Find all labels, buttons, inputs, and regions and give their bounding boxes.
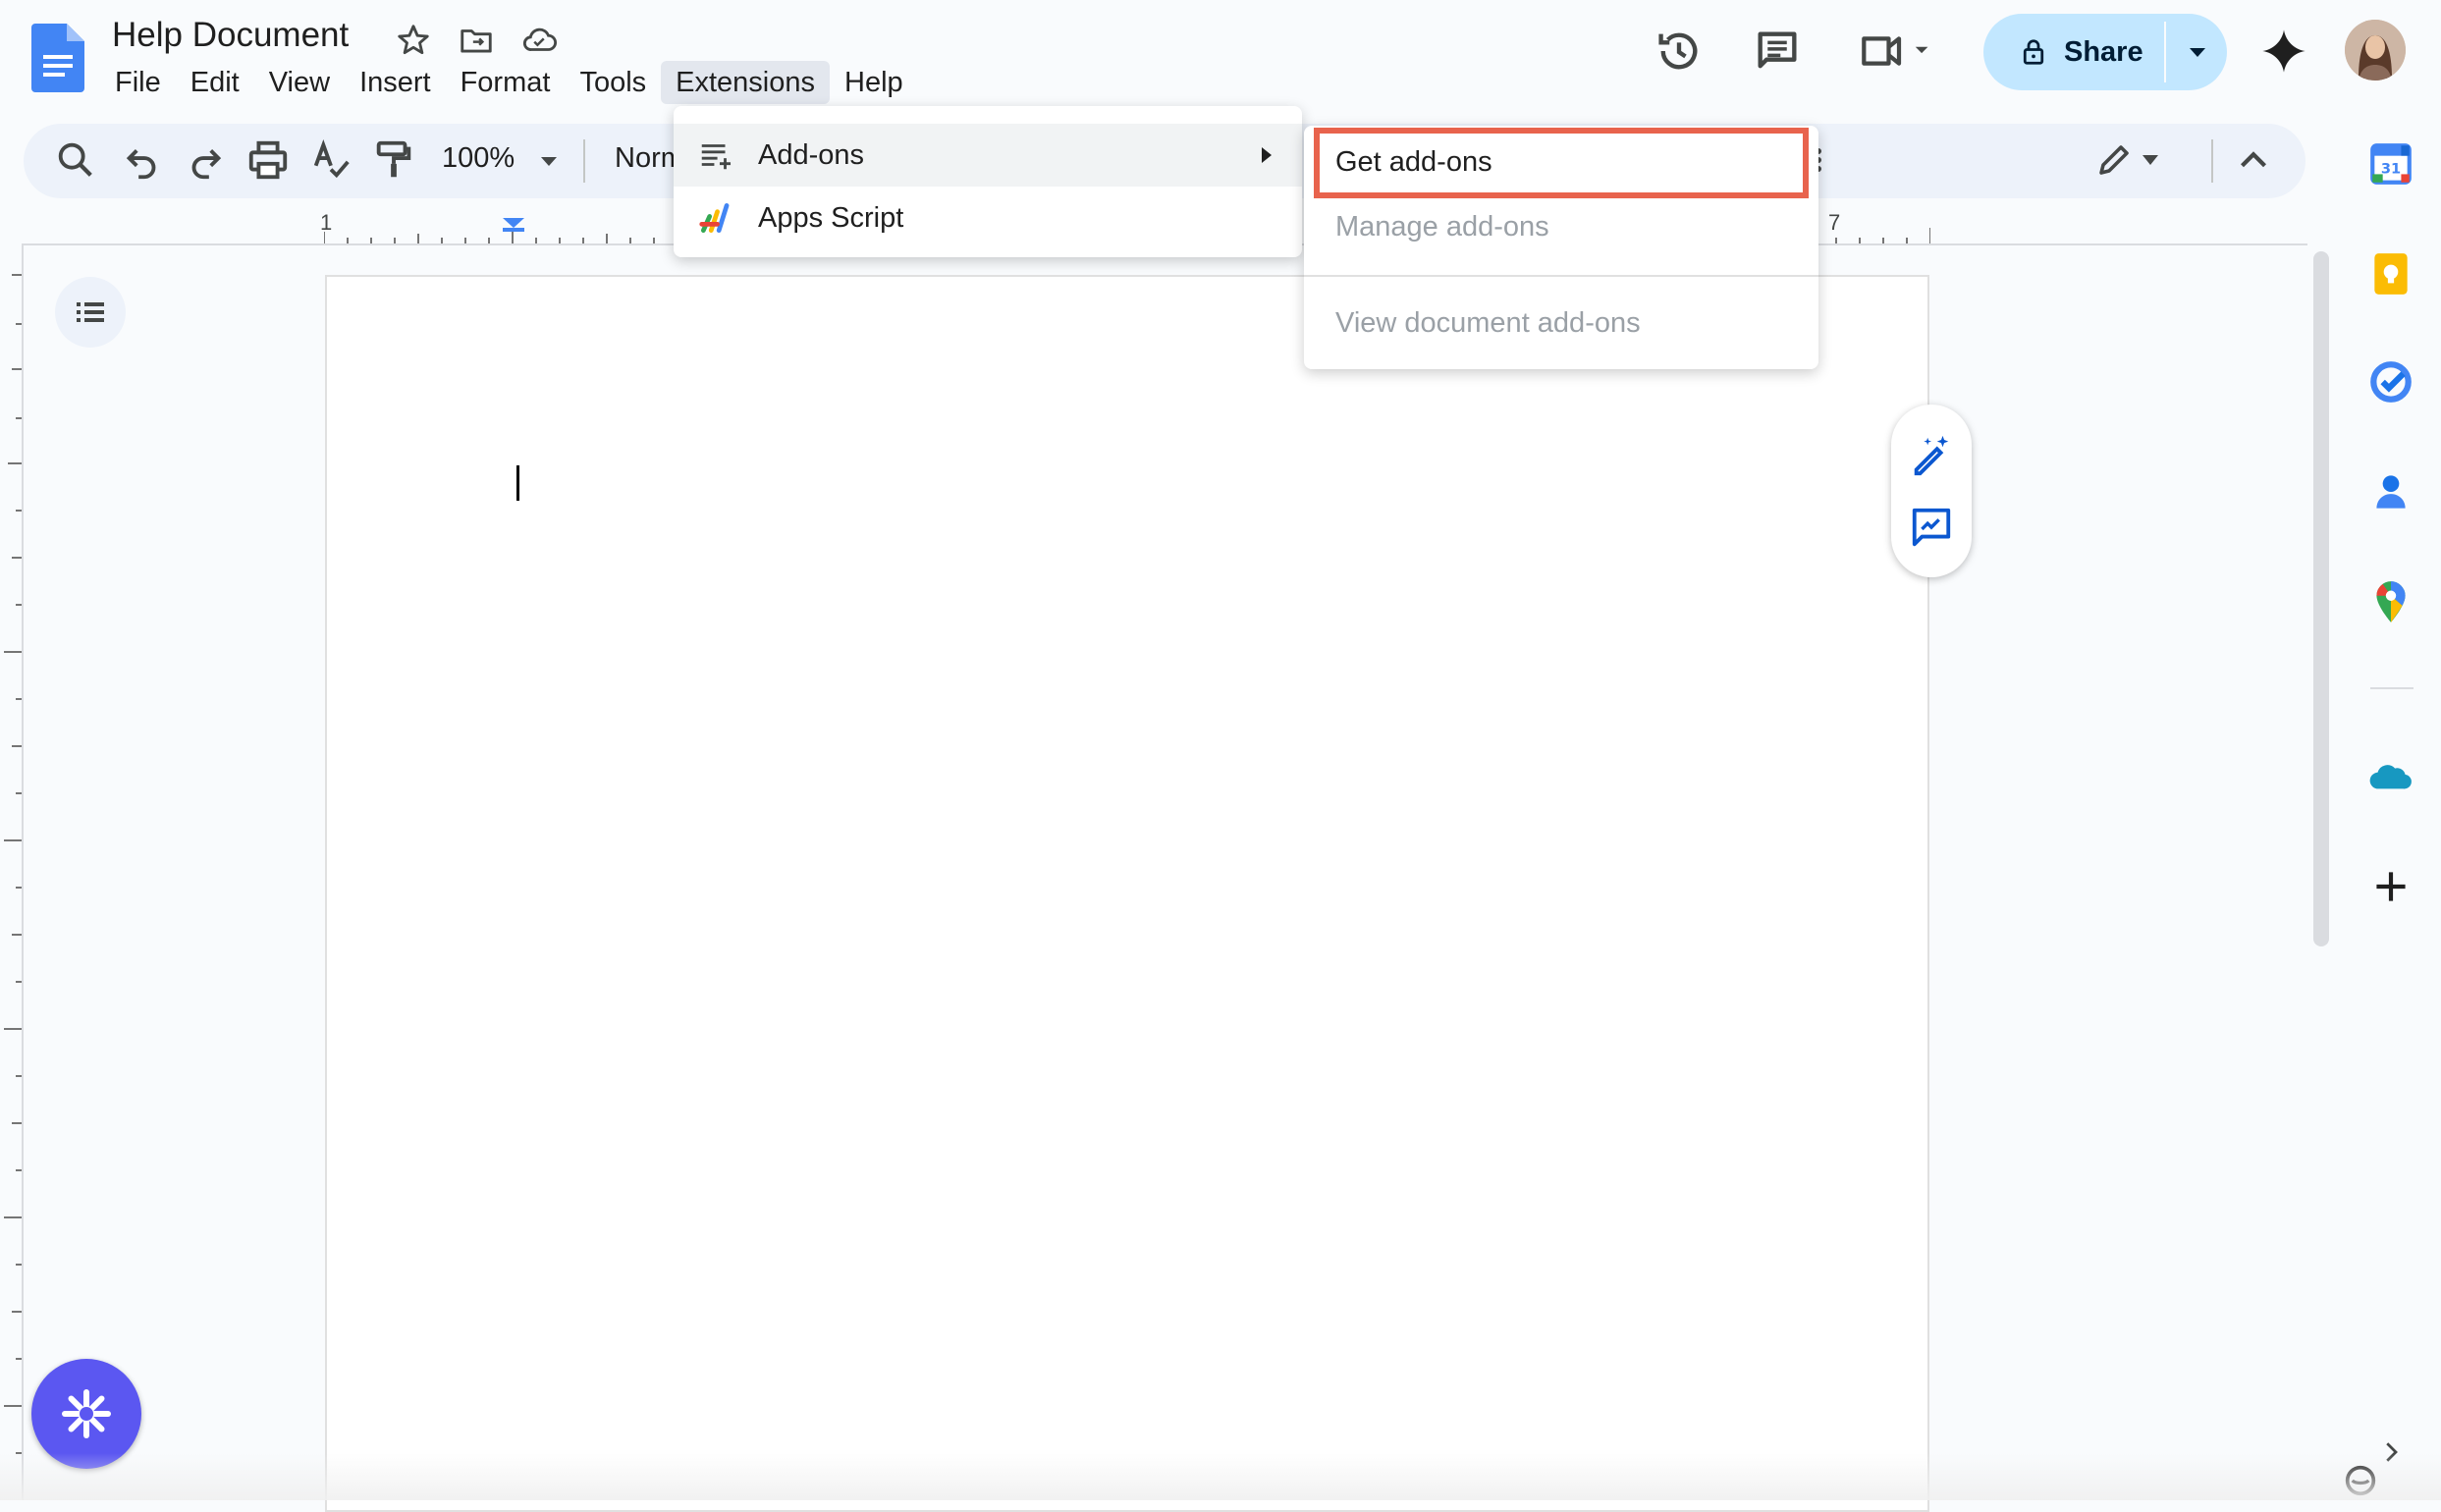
menu-item-add-ons[interactable]: Add-ons [674, 124, 1302, 187]
menu-item-apps-script[interactable]: Apps Script [674, 187, 1302, 249]
svg-text:31: 31 [2381, 160, 2401, 177]
share-divider [2164, 22, 2166, 82]
zoom-value[interactable]: 100% [442, 142, 515, 175]
menu-view[interactable]: View [254, 61, 345, 104]
submenu-manage-add-ons: Manage add-ons [1335, 211, 1549, 243]
floating-actions-panel [1891, 405, 1972, 577]
menu-help[interactable]: Help [830, 61, 918, 104]
menu-edit[interactable]: Edit [176, 61, 254, 104]
ruler-label-end: 7 [1828, 210, 1841, 235]
document-outline-button[interactable] [55, 277, 126, 348]
calendar-icon[interactable]: 31 [2366, 139, 2415, 189]
document-page[interactable] [325, 275, 1929, 1512]
help-me-write-icon[interactable] [1909, 432, 1954, 477]
paint-format-icon[interactable] [371, 137, 416, 183]
share-button-group: Share [1983, 14, 2227, 90]
highlight-box [1314, 128, 1809, 198]
submenu-arrow-icon [1262, 147, 1272, 163]
text-cursor [516, 465, 519, 501]
menu-bar: File Edit View Insert Format Tools Exten… [100, 61, 918, 104]
bottom-shadow [0, 1453, 2441, 1500]
ruler-label-start: 1 [320, 210, 333, 235]
side-panel-divider [2370, 687, 2414, 689]
toolbar-divider [583, 139, 585, 183]
comments-icon[interactable] [1752, 26, 1803, 77]
indent-marker-icon[interactable] [503, 218, 524, 228]
toolbar-divider [2211, 139, 2213, 183]
salesforce-icon[interactable] [2366, 754, 2415, 803]
maps-icon[interactable] [2366, 577, 2415, 626]
share-button[interactable]: Share [1983, 14, 2164, 90]
apps-script-icon [699, 202, 730, 234]
extensions-menu: Add-ons Apps Script [674, 106, 1302, 257]
editing-mode-icon[interactable] [2095, 137, 2164, 183]
search-menus-icon[interactable] [53, 137, 98, 183]
contacts-icon[interactable] [2366, 467, 2415, 516]
menu-item-label: Apps Script [758, 201, 904, 234]
docs-logo-icon[interactable] [31, 24, 84, 92]
meet-icon[interactable] [1858, 26, 1940, 77]
submenu-divider [1304, 275, 1818, 277]
submenu-view-document-add-ons: View document add-ons [1335, 307, 1641, 339]
document-title[interactable]: Help Document [112, 16, 349, 55]
keep-icon[interactable] [2366, 249, 2415, 298]
redo-icon[interactable] [183, 137, 228, 183]
vertical-scrollbar[interactable] [2313, 251, 2329, 946]
tasks-icon[interactable] [2366, 357, 2415, 406]
menu-item-label: Add-ons [758, 138, 865, 171]
lock-icon [2023, 39, 2044, 65]
share-dropdown-button[interactable] [2168, 14, 2227, 90]
move-to-folder-icon[interactable] [458, 22, 495, 59]
star-icon[interactable] [395, 22, 432, 59]
hide-menus-icon[interactable] [2231, 137, 2276, 183]
undo-icon[interactable] [120, 137, 165, 183]
share-label: Share [2064, 35, 2143, 68]
caret-down-icon [2190, 48, 2205, 57]
add-comment-icon[interactable] [1909, 505, 1954, 550]
user-avatar[interactable] [2345, 20, 2406, 81]
cloud-saved-icon[interactable] [520, 22, 558, 59]
gemini-icon[interactable] [2258, 26, 2309, 77]
menu-format[interactable]: Format [446, 61, 566, 104]
menu-tools[interactable]: Tools [565, 61, 661, 104]
menu-extensions[interactable]: Extensions [661, 61, 830, 104]
menu-insert[interactable]: Insert [345, 61, 446, 104]
add-addon-icon[interactable] [2366, 862, 2415, 911]
print-icon[interactable] [245, 137, 291, 183]
vertical-ruler[interactable] [0, 245, 24, 1500]
paragraph-style-select[interactable]: Normal text [615, 142, 674, 175]
menu-file[interactable]: File [100, 61, 176, 104]
add-ons-icon [701, 144, 732, 170]
spelling-check-icon[interactable] [308, 137, 353, 183]
zoom-dropdown-icon[interactable] [536, 137, 562, 183]
outline-list-icon [77, 302, 104, 322]
version-history-icon[interactable] [1654, 26, 1705, 77]
